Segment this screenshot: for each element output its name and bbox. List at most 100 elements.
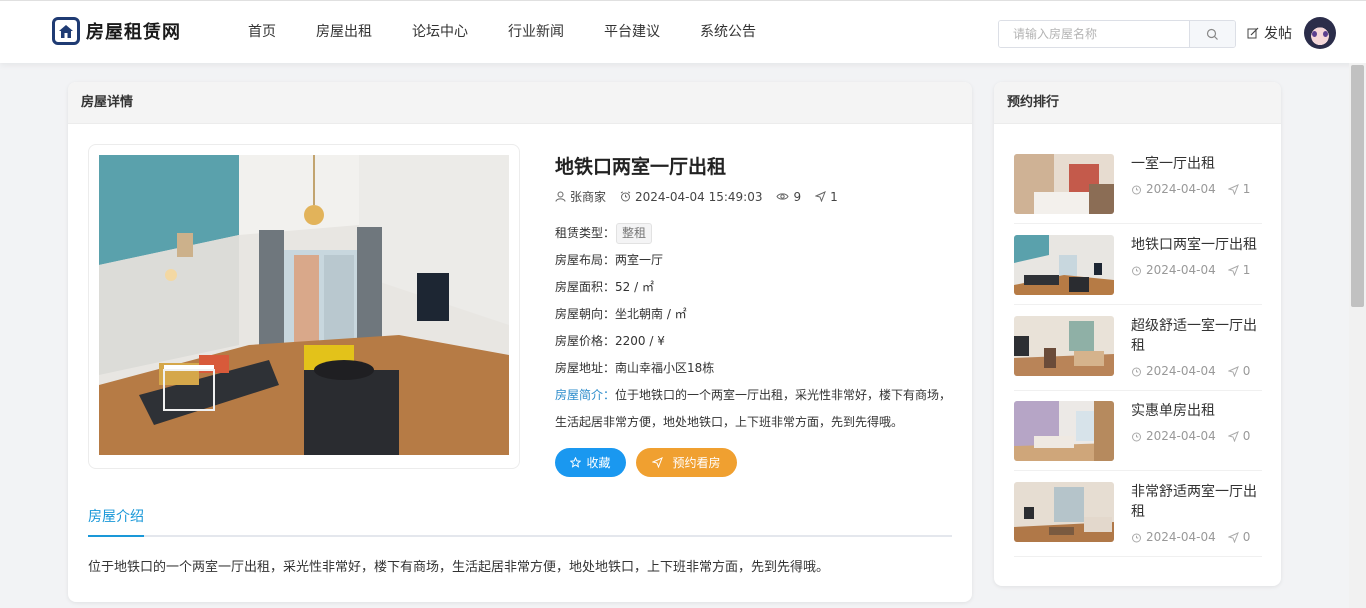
favorite-label: 收藏 [586,456,611,470]
ranking-item-meta: 2024-04-04 0 [1131,429,1250,443]
alarm-clock-icon [1132,367,1141,376]
ranking-thumbnail [1014,235,1114,295]
house-area: 房屋面积：52 / ㎡ [555,280,654,294]
ranking-thumbnail [1014,482,1114,542]
house-title: 地铁口两室一厅出租 [555,156,727,178]
ranking-item[interactable]: 地铁口两室一厅出租 2024-04-04 1 [1014,235,1262,305]
nav-suggestions[interactable]: 平台建议 [586,1,678,64]
publish-datetime: 2024-04-04 15:49:03 [635,189,763,204]
book-viewing-button[interactable]: 预约看房 [636,448,737,477]
favorite-button[interactable]: 收藏 [555,448,626,477]
alarm-clock-icon [1132,432,1141,441]
house-description: 位于地铁口的一个两室一厅出租，采光性非常好，楼下有商场，生活起居非常方便，地处地… [88,560,830,575]
site-name: 房屋租赁网 [86,22,181,43]
ranking-item-meta: 2024-04-04 1 [1131,263,1250,277]
ranking-item-count: 1 [1242,263,1251,277]
view-count: 9 [793,189,802,204]
send-icon [815,191,827,202]
ranking-item-date: 2024-04-04 [1146,530,1216,544]
booking-count: 1 [830,189,838,204]
ranking-item-meta: 2024-04-04 0 [1131,530,1250,544]
search-button[interactable] [1189,21,1235,47]
search-input[interactable] [999,21,1190,47]
ranking-thumbnail [1014,316,1114,376]
scrollbar-thumb[interactable] [1351,65,1364,307]
top-navigation-bar: 房屋租赁网 首页 房屋出租 论坛中心 行业新闻 平台建议 系统公告 发帖 [0,0,1366,63]
detail-tabs: 房屋介绍 [88,502,952,537]
house-address: 房屋地址：南山幸福小区18栋 [555,361,715,375]
views-meta: 9 [776,190,801,204]
send-icon [1227,264,1239,276]
ranking-item[interactable]: 非常舒适两室一厅出租 2024-04-04 0 [1014,482,1262,557]
page-scrollbar[interactable] [1349,63,1366,608]
tab-house-intro[interactable]: 房屋介绍 [88,502,144,537]
ranking-item-date: 2024-04-04 [1146,182,1216,196]
rental-type-label: 租赁类型： [555,226,616,240]
alarm-clock-icon [1132,533,1141,542]
ranking-item[interactable]: 超级舒适一室一厅出租 2024-04-04 0 [1014,316,1262,391]
house-photo[interactable] [99,155,509,455]
house-meta-row: 张商家 2024-04-04 15:49:03 9 1 [555,188,852,205]
ranking-item-title: 非常舒适两室一厅出租 [1131,484,1257,520]
alarm-clock-icon [1132,185,1141,194]
nav-forum[interactable]: 论坛中心 [394,1,486,64]
datetime-meta: 2024-04-04 15:49:03 [620,190,762,204]
send-icon [1227,365,1239,377]
send-icon [1227,430,1239,442]
ranking-item-meta: 2024-04-04 0 [1131,364,1250,378]
alarm-clock-icon [620,191,631,202]
ranking-item-count: 0 [1242,530,1251,544]
site-logo[interactable]: 房屋租赁网 [52,17,181,45]
ranking-item-count: 1 [1242,182,1251,196]
main-nav: 首页 房屋出租 论坛中心 行业新闻 平台建议 系统公告 [230,1,778,64]
rental-type-tag: 整租 [616,223,653,244]
ranking-item-count: 0 [1242,429,1251,443]
nav-home[interactable]: 首页 [230,1,294,64]
ranking-item-title: 实惠单房出租 [1131,403,1215,419]
house-photo-frame [88,144,520,469]
nav-industry-news[interactable]: 行业新闻 [490,1,582,64]
detail-card-header: 房屋详情 [68,82,972,124]
star-icon [570,457,582,468]
author-name: 张商家 [570,190,607,204]
ranking-item[interactable]: 实惠单房出租 2024-04-04 0 [1014,401,1262,471]
booking-ranking-card: 预约排行 一室一厅出租 2024-04-04 1 地铁口两室一厅出租 2024-… [994,82,1281,586]
send-icon [1227,183,1239,195]
search-box [998,20,1236,48]
house-orientation: 房屋朝向：坐北朝南 / ㎡ [555,307,687,321]
send-icon [1227,531,1239,543]
search-icon [1207,28,1219,40]
alarm-clock-icon [1132,266,1141,275]
ranking-item-title: 超级舒适一室一厅出租 [1131,318,1257,354]
author-meta: 张商家 [555,188,606,205]
ranking-thumbnail [1014,154,1114,214]
house-layout: 房屋布局：两室一厅 [555,253,664,267]
house-detail-card: 房屋详情 地铁口两室一厅出租 张商家 2024-04-04 15:49:03 9… [68,82,972,602]
rental-type-row: 租赁类型： 整租 [555,223,653,244]
ranking-thumbnail [1014,401,1114,461]
book-viewing-label: 预约看房 [672,456,721,470]
ranking-item-count: 0 [1242,364,1251,378]
ranking-item-title: 地铁口两室一厅出租 [1131,237,1257,253]
intro-label: 房屋简介： [555,388,616,402]
ranking-item-date: 2024-04-04 [1146,263,1216,277]
home-icon [52,17,80,45]
user-icon [555,191,566,202]
house-intro: 房屋简介：位于地铁口的一个两室一厅出租，采光性非常好，楼下有商场，生活起居非常方… [555,382,955,436]
ranking-card-header: 预约排行 [994,82,1281,124]
ranking-item-date: 2024-04-04 [1146,364,1216,378]
send-icon [652,457,664,468]
nav-announcements[interactable]: 系统公告 [682,1,774,64]
bookings-meta: 1 [815,190,838,204]
user-avatar[interactable] [1304,17,1336,49]
ranking-item-date: 2024-04-04 [1146,429,1216,443]
intro-text: 位于地铁口的一个两室一厅出租，采光性非常好，楼下有商场，生活起居非常方便，地处地… [555,388,952,429]
ranking-item-title: 一室一厅出租 [1131,156,1215,172]
nav-house-rent[interactable]: 房屋出租 [298,1,390,64]
post-label: 发帖 [1264,26,1292,42]
edit-icon [1247,27,1259,39]
ranking-item-meta: 2024-04-04 1 [1131,182,1250,196]
post-button[interactable]: 发帖 [1247,23,1292,43]
ranking-item[interactable]: 一室一厅出租 2024-04-04 1 [1014,154,1262,224]
eye-icon [776,193,790,200]
